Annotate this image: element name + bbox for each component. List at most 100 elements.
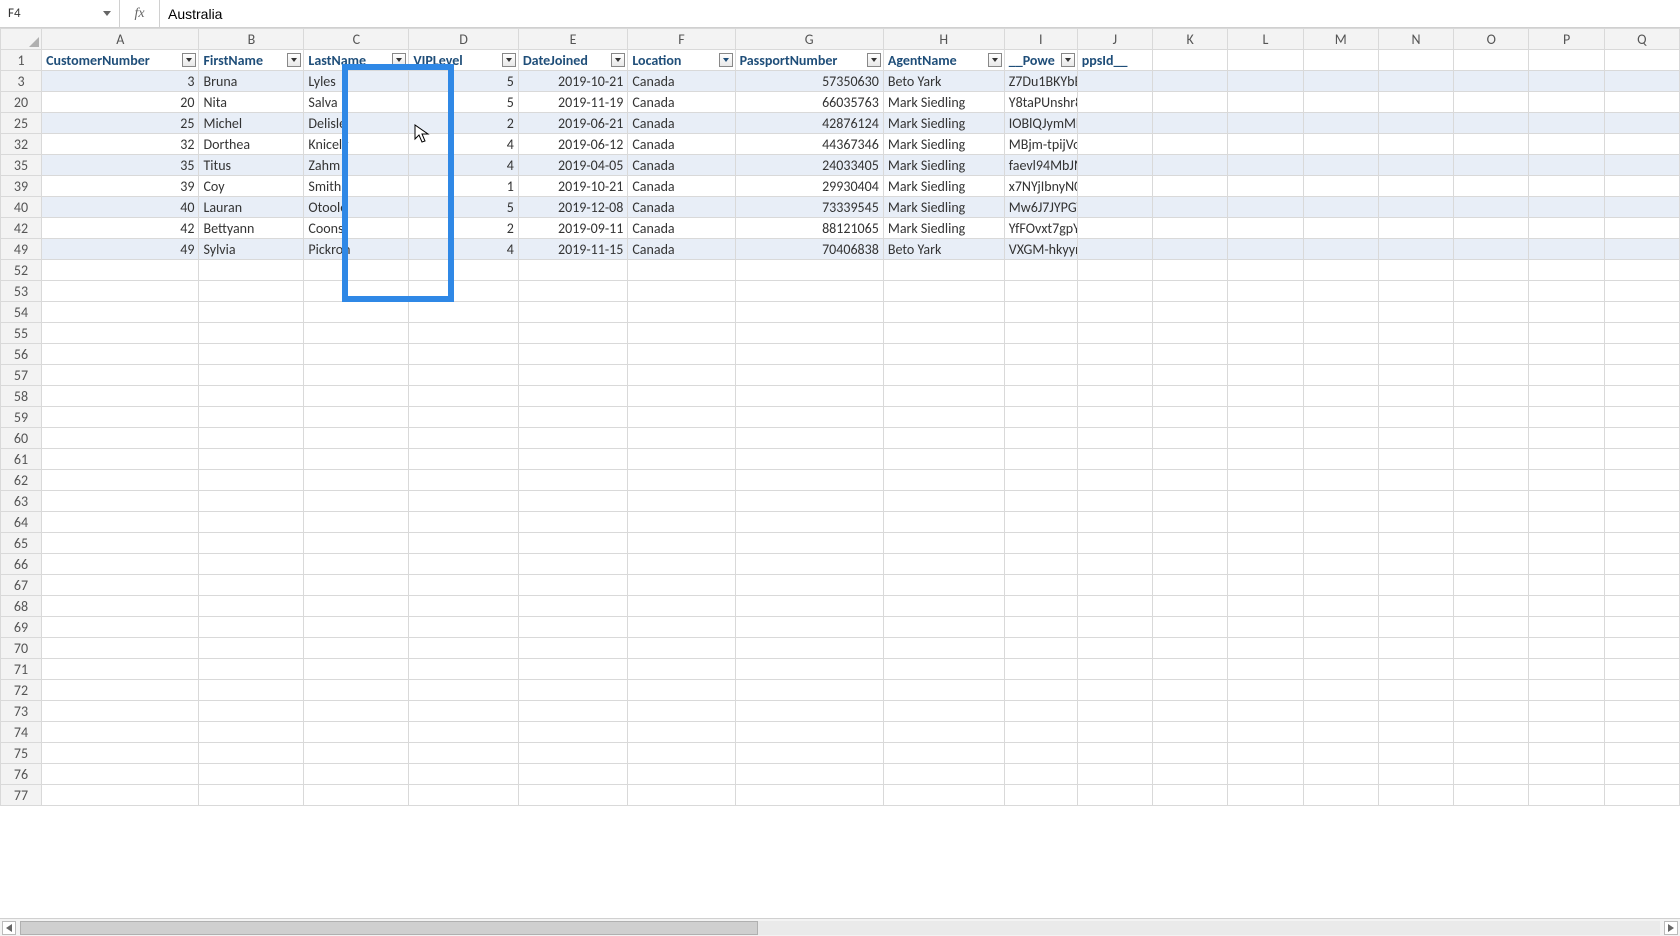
cell[interactable] [1604, 701, 1679, 722]
cell[interactable] [1077, 386, 1152, 407]
cell[interactable] [628, 554, 735, 575]
table-header-passportnumber[interactable]: PassportNumber [735, 50, 883, 71]
cell[interactable] [1228, 281, 1303, 302]
cell[interactable] [1529, 386, 1604, 407]
scroll-track[interactable] [20, 921, 1660, 935]
cell[interactable]: 2019-11-19 [518, 92, 628, 113]
cell[interactable] [1529, 638, 1604, 659]
cell[interactable] [199, 512, 304, 533]
cell[interactable] [199, 449, 304, 470]
cell[interactable] [304, 407, 409, 428]
cell[interactable]: 24033405 [735, 155, 883, 176]
cell[interactable] [883, 281, 1004, 302]
cell[interactable] [409, 260, 519, 281]
cell[interactable] [42, 638, 199, 659]
row-header[interactable]: 61 [1, 449, 42, 470]
cell[interactable] [1378, 533, 1453, 554]
cell[interactable] [1228, 785, 1303, 806]
cell[interactable] [1077, 785, 1152, 806]
filter-dropdown-icon[interactable] [1061, 53, 1075, 67]
row-header[interactable]: 65 [1, 533, 42, 554]
cell[interactable] [1604, 407, 1679, 428]
cell[interactable] [42, 722, 199, 743]
cell[interactable] [304, 785, 409, 806]
cell[interactable] [1077, 638, 1152, 659]
row-header[interactable]: 25 [1, 113, 42, 134]
cell[interactable] [1303, 323, 1378, 344]
cell[interactable]: faevl94MbJM [1004, 155, 1077, 176]
cell[interactable] [1228, 197, 1303, 218]
cell[interactable] [409, 302, 519, 323]
cell[interactable] [1004, 533, 1077, 554]
cell[interactable]: Lauran [199, 197, 304, 218]
cell[interactable] [735, 281, 883, 302]
cell[interactable]: 2 [409, 218, 519, 239]
cell[interactable] [1153, 302, 1228, 323]
cell[interactable] [1454, 491, 1529, 512]
cell[interactable] [1529, 596, 1604, 617]
row-header[interactable]: 67 [1, 575, 42, 596]
cell[interactable] [1004, 449, 1077, 470]
cell[interactable] [735, 701, 883, 722]
cell[interactable] [883, 386, 1004, 407]
cell[interactable] [1529, 71, 1604, 92]
cell[interactable] [1004, 701, 1077, 722]
cell[interactable] [518, 554, 628, 575]
cell[interactable] [1378, 92, 1453, 113]
cell[interactable] [1228, 596, 1303, 617]
cell[interactable] [1153, 701, 1228, 722]
cell[interactable] [199, 659, 304, 680]
cell[interactable] [1228, 533, 1303, 554]
cell[interactable] [1303, 134, 1378, 155]
cell[interactable] [1004, 575, 1077, 596]
cell[interactable] [42, 575, 199, 596]
cell[interactable] [1454, 71, 1529, 92]
name-box[interactable]: F4 [0, 0, 120, 27]
row-header[interactable]: 3 [1, 71, 42, 92]
cell[interactable]: 2019-09-11 [518, 218, 628, 239]
cell[interactable] [1153, 449, 1228, 470]
cell[interactable]: Beto Yark [883, 239, 1004, 260]
cell[interactable] [1378, 596, 1453, 617]
cell[interactable]: 42876124 [735, 113, 883, 134]
cell[interactable] [42, 491, 199, 512]
row-header[interactable]: 52 [1, 260, 42, 281]
row-header[interactable]: 76 [1, 764, 42, 785]
cell[interactable] [1454, 722, 1529, 743]
cell[interactable] [1378, 260, 1453, 281]
cell[interactable] [1153, 365, 1228, 386]
cell[interactable] [1303, 785, 1378, 806]
cell[interactable] [735, 638, 883, 659]
cell[interactable] [1153, 554, 1228, 575]
cell[interactable] [1454, 743, 1529, 764]
cell[interactable] [628, 302, 735, 323]
row-header[interactable]: 40 [1, 197, 42, 218]
cell[interactable] [1529, 407, 1604, 428]
cell[interactable] [1454, 680, 1529, 701]
cell[interactable] [1604, 785, 1679, 806]
cell[interactable] [199, 302, 304, 323]
cell[interactable] [628, 428, 735, 449]
cell[interactable] [1454, 386, 1529, 407]
cell[interactable] [1454, 239, 1529, 260]
cell[interactable] [1604, 344, 1679, 365]
cell[interactable] [1153, 743, 1228, 764]
cell[interactable] [1228, 92, 1303, 113]
cell[interactable] [1378, 470, 1453, 491]
column-header-O[interactable]: O [1454, 29, 1529, 50]
cell[interactable] [1303, 260, 1378, 281]
cell[interactable] [304, 491, 409, 512]
cell[interactable] [1228, 470, 1303, 491]
cell[interactable] [883, 428, 1004, 449]
scroll-left-button[interactable] [2, 921, 16, 935]
cell[interactable] [1604, 113, 1679, 134]
cell[interactable] [1529, 680, 1604, 701]
cell[interactable] [1604, 722, 1679, 743]
column-header-J[interactable]: J [1077, 29, 1152, 50]
cell[interactable] [1529, 554, 1604, 575]
cell[interactable] [409, 344, 519, 365]
column-header-C[interactable]: C [304, 29, 409, 50]
cell[interactable] [42, 554, 199, 575]
cell[interactable] [735, 512, 883, 533]
cell[interactable]: Dorthea [199, 134, 304, 155]
